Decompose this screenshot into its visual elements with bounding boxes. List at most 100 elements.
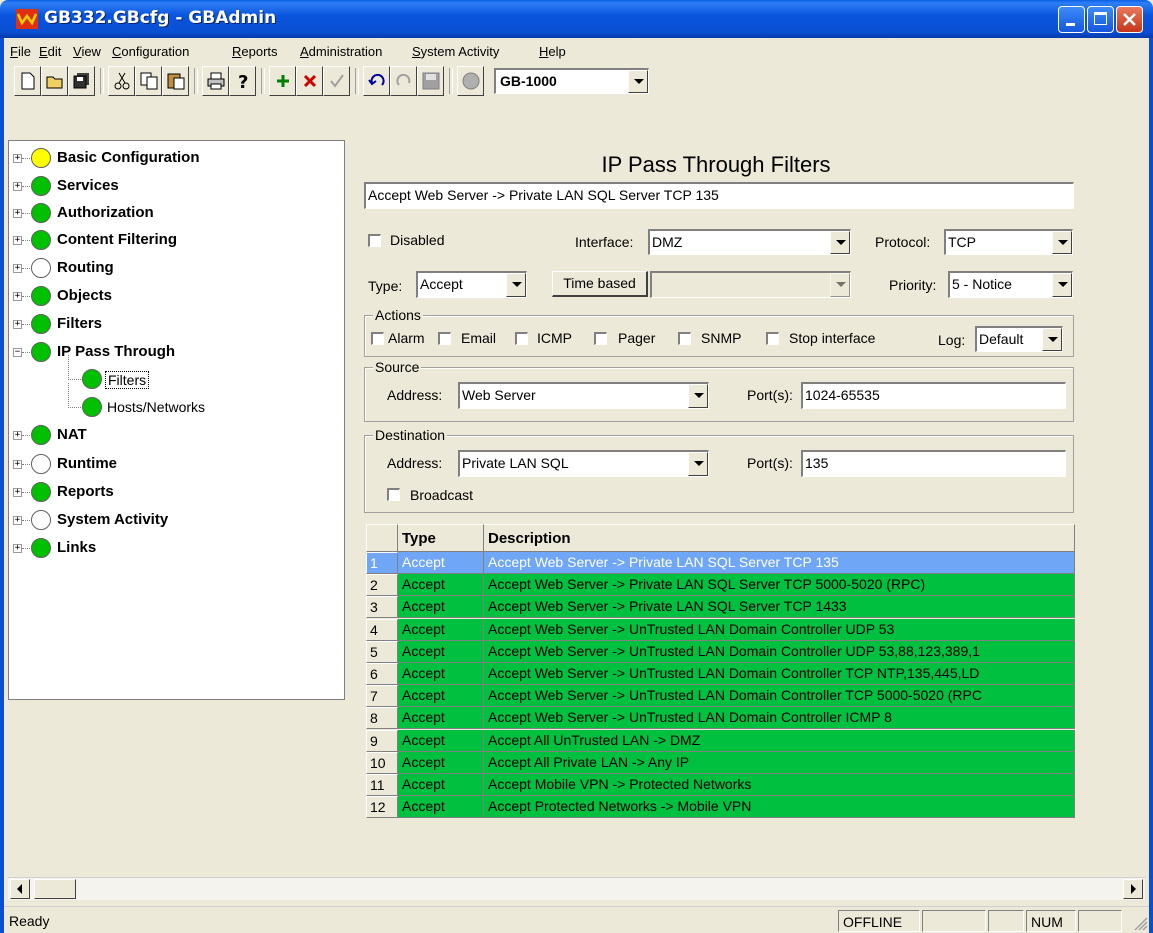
connect-button[interactable] (457, 66, 484, 96)
alarm-checkbox[interactable] (371, 332, 384, 345)
source-address-select[interactable]: Web Server (458, 382, 709, 409)
description-cell[interactable]: Accept Web Server -> Private LAN SQL Ser… (484, 596, 1075, 619)
type-cell[interactable]: Accept (398, 685, 484, 708)
protocol-select[interactable]: TCP (944, 229, 1073, 255)
expand-icon[interactable]: + (13, 264, 22, 273)
redo-button[interactable] (390, 66, 417, 96)
row-number[interactable]: 6 (366, 663, 398, 685)
chevron-down-icon[interactable] (688, 452, 708, 476)
row-number[interactable]: 1 (366, 552, 398, 574)
tree-item[interactable]: + Authorization (9, 203, 339, 225)
add-button[interactable] (269, 66, 296, 96)
type-cell[interactable]: Accept (398, 640, 484, 663)
row-number[interactable]: 9 (366, 729, 398, 752)
type-cell[interactable]: Accept (398, 774, 484, 796)
expand-icon[interactable]: + (13, 292, 22, 301)
menu-administration[interactable]: Administration (300, 44, 382, 59)
horizontal-scrollbar[interactable] (8, 877, 1145, 900)
destination-address-select[interactable]: Private LAN SQL (458, 450, 709, 477)
navigation-tree[interactable]: + Basic Configuration + Services + Authorizat… (8, 140, 345, 700)
scroll-thumb[interactable] (34, 879, 76, 899)
stop-interface-checkbox[interactable] (766, 332, 779, 345)
table-row[interactable]: 9 Accept Accept All UnTrusted LAN -> DMZ (366, 729, 1075, 752)
tree-item[interactable]: + Objects (9, 286, 339, 308)
print-button[interactable] (202, 66, 229, 96)
description-cell[interactable]: Accept Mobile VPN -> Protected Networks (484, 774, 1075, 796)
interface-select[interactable]: DMZ (648, 229, 851, 255)
row-number[interactable]: 12 (366, 796, 398, 819)
priority-select[interactable]: 5 - Notice (948, 271, 1073, 298)
description-cell[interactable]: Accept All Private LAN -> Any IP (484, 751, 1075, 774)
table-row[interactable]: 3 Accept Accept Web Server -> Private LAN … (366, 596, 1075, 619)
expand-icon[interactable]: + (13, 431, 22, 440)
tree-item[interactable]: + Routing (9, 258, 339, 280)
new-button[interactable] (14, 66, 41, 96)
type-cell[interactable]: Accept (398, 707, 484, 730)
save-all-button[interactable] (68, 66, 95, 96)
tree-item[interactable]: + NAT (9, 425, 339, 447)
tree-item[interactable]: + Basic Configuration (9, 148, 339, 170)
time-based-button[interactable]: Time based (552, 271, 648, 297)
type-cell[interactable]: Accept (398, 574, 484, 597)
help-button[interactable]: ? (229, 66, 256, 96)
table-row[interactable]: 12 Accept Accept Protected Networks -> Mob… (366, 796, 1075, 819)
tree-item[interactable]: + Content Filtering (9, 230, 339, 252)
type-cell[interactable]: Accept (398, 596, 484, 619)
destination-ports-input[interactable]: 135 (801, 450, 1066, 477)
description-cell[interactable]: Accept Web Server -> Private LAN SQL Ser… (484, 552, 1075, 574)
table-row[interactable]: 8 Accept Accept Web Server -> UnTrusted LA… (366, 707, 1075, 730)
tree-item[interactable]: + Links (9, 538, 339, 560)
row-number[interactable]: 2 (366, 574, 398, 597)
tree-item[interactable]: Hosts/Networks (9, 383, 339, 419)
maximize-button[interactable] (1087, 6, 1114, 33)
description-cell[interactable]: Accept Web Server -> UnTrusted LAN Domai… (484, 663, 1075, 685)
type-select[interactable]: Accept (416, 271, 527, 298)
close-button[interactable] (1116, 6, 1143, 33)
description-cell[interactable]: Accept Protected Networks -> Mobile VPN (484, 796, 1075, 819)
chevron-down-icon[interactable] (830, 231, 850, 254)
expand-icon[interactable]: + (13, 236, 22, 245)
chevron-down-icon[interactable] (688, 384, 708, 408)
row-number[interactable]: 3 (366, 596, 398, 619)
chevron-down-icon[interactable] (1052, 273, 1072, 297)
icmp-checkbox[interactable] (515, 332, 528, 345)
table-row[interactable]: 1 Accept Accept Web Server -> Private LAN … (366, 552, 1075, 574)
apply-button[interactable] (323, 66, 350, 96)
description-column-header[interactable]: Description (484, 524, 1075, 552)
device-select[interactable]: GB-1000 (494, 68, 649, 94)
tree-item[interactable]: + Runtime (9, 454, 339, 476)
expand-icon[interactable]: + (13, 544, 22, 553)
expand-icon[interactable]: + (13, 182, 22, 191)
type-cell[interactable]: Accept (398, 729, 484, 752)
paste-button[interactable] (162, 66, 189, 96)
menu-file[interactable]: File (10, 44, 31, 59)
table-row[interactable]: 7 Accept Accept Web Server -> UnTrusted LA… (366, 685, 1075, 708)
copy-button[interactable] (135, 66, 162, 96)
description-cell[interactable]: Accept Web Server -> UnTrusted LAN Domai… (484, 685, 1075, 708)
tree-item[interactable]: − IP Pass Through (9, 342, 339, 364)
description-input[interactable]: Accept Web Server -> Private LAN SQL Ser… (364, 182, 1074, 209)
row-number[interactable]: 7 (366, 685, 398, 708)
cut-button[interactable] (108, 66, 135, 96)
row-number[interactable]: 11 (366, 774, 398, 796)
snmp-checkbox[interactable] (678, 332, 691, 345)
description-cell[interactable]: Accept Web Server -> UnTrusted LAN Domai… (484, 707, 1075, 730)
description-cell[interactable]: Accept Web Server -> Private LAN SQL Ser… (484, 574, 1075, 597)
chevron-down-icon[interactable] (1042, 328, 1062, 351)
expand-icon[interactable]: + (13, 320, 22, 329)
save-button[interactable] (417, 66, 444, 96)
table-row[interactable]: 4 Accept Accept Web Server -> UnTrusted LA… (366, 618, 1075, 641)
table-row[interactable]: 10 Accept Accept All Private LAN -> Any IP (366, 751, 1075, 774)
broadcast-checkbox[interactable] (387, 488, 400, 501)
table-row[interactable]: 11 Accept Accept Mobile VPN -> Protected N… (366, 774, 1075, 796)
minimize-button[interactable] (1058, 6, 1085, 33)
scroll-right-button[interactable] (1123, 879, 1143, 899)
source-ports-input[interactable]: 1024-65535 (801, 382, 1066, 409)
open-button[interactable] (41, 66, 68, 96)
delete-button[interactable] (296, 66, 323, 96)
row-number[interactable]: 8 (366, 707, 398, 730)
description-cell[interactable]: Accept Web Server -> UnTrusted LAN Domai… (484, 618, 1075, 641)
tree-item[interactable]: + Filters (9, 314, 339, 336)
type-cell[interactable]: Accept (398, 751, 484, 774)
title-bar[interactable]: GB332.GBcfg - GBAdmin (0, 0, 1153, 38)
